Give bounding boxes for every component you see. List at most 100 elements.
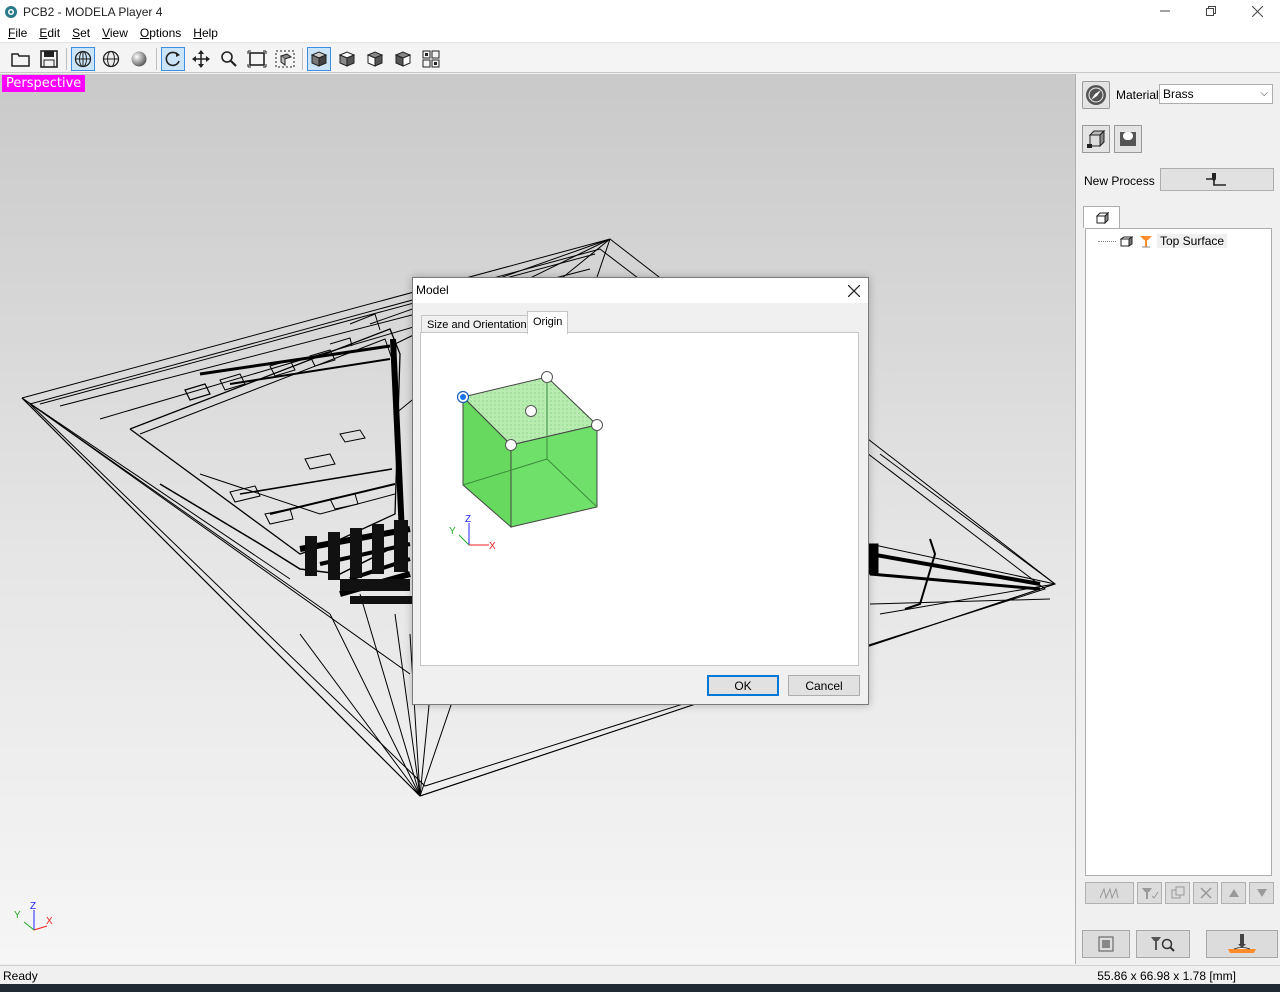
front-view-button[interactable] <box>363 47 387 71</box>
process-delete-button[interactable] <box>1193 882 1218 904</box>
surface-view-icon <box>102 50 120 68</box>
shaded-sphere-icon <box>131 51 147 67</box>
material-label: Material <box>1116 88 1159 102</box>
app-icon <box>5 6 17 18</box>
chevron-down-icon: ⌵ <box>1260 88 1268 99</box>
process-copy-button[interactable] <box>1165 882 1190 904</box>
new-process-label: New Process <box>1084 174 1155 188</box>
open-button[interactable] <box>9 47 33 71</box>
zoom-window-button[interactable] <box>273 47 297 71</box>
menu-edit[interactable]: Edit <box>35 26 64 40</box>
save-button[interactable] <box>37 47 61 71</box>
tree-item-label: Top Surface <box>1157 234 1228 248</box>
origin-cube-diagram: Z X Y <box>449 371 603 552</box>
origin-point-back[interactable] <box>541 371 553 383</box>
restore-button[interactable] <box>1188 0 1234 22</box>
wireframe-view-icon <box>74 50 92 68</box>
svg-text:Y: Y <box>14 910 21 921</box>
window-title: PCB2 - MODELA Player 4 <box>23 5 163 19</box>
delete-icon <box>1199 887 1212 899</box>
view-mode-label: Perspective <box>2 75 86 92</box>
stop-icon <box>1098 936 1114 952</box>
model-box-icon <box>1087 129 1106 148</box>
process-edit-button[interactable] <box>1137 882 1162 904</box>
surface-button[interactable] <box>99 47 123 71</box>
pan-icon <box>192 50 210 68</box>
perspective-view-button[interactable] <box>307 47 331 71</box>
stop-button[interactable] <box>1082 930 1130 958</box>
zoom-button[interactable] <box>217 47 241 71</box>
right-panel: Material Brass ⌵ New Process Top Surface <box>1077 74 1280 964</box>
cut-button[interactable] <box>1206 930 1278 958</box>
minimize-button[interactable] <box>1142 0 1188 22</box>
material-settings-button[interactable] <box>1082 81 1110 109</box>
shaded-button[interactable] <box>127 47 151 71</box>
process-tab[interactable] <box>1083 206 1120 228</box>
rotate-button[interactable] <box>161 47 185 71</box>
fit-all-icon <box>247 50 267 68</box>
tab-origin[interactable]: Origin <box>527 311 569 334</box>
model-size-button[interactable] <box>1082 125 1110 153</box>
process-preview-button[interactable] <box>1085 882 1134 904</box>
move-down-button[interactable] <box>1249 882 1274 904</box>
tree-item-top-surface[interactable]: Top Surface <box>1098 234 1228 248</box>
pan-button[interactable] <box>189 47 213 71</box>
zoom-icon <box>221 51 237 67</box>
menu-set[interactable]: Set <box>68 26 94 40</box>
menu-file[interactable]: File <box>4 26 31 40</box>
minimize-icon <box>1160 10 1170 12</box>
dialog-title: Model <box>416 283 449 297</box>
menu-help[interactable]: Help <box>189 26 222 40</box>
dialog-title-bar: Model <box>413 278 868 303</box>
cancel-button[interactable]: Cancel <box>788 675 860 696</box>
status-text: Ready <box>3 969 38 983</box>
front-view-icon <box>366 51 384 67</box>
status-bar: Ready 55.86 x 66.98 x 1.78 [mm] <box>0 965 1280 984</box>
four-view-button[interactable] <box>419 47 443 71</box>
stock-icon <box>1120 132 1136 146</box>
open-folder-icon <box>11 53 30 67</box>
zoom-window-icon <box>275 50 295 68</box>
process-tree[interactable]: Top Surface <box>1085 228 1272 876</box>
wireframe-button[interactable] <box>71 47 95 71</box>
toolbar <box>0 44 1280 73</box>
fit-all-button[interactable] <box>245 47 269 71</box>
right-view-button[interactable] <box>391 47 415 71</box>
move-up-button[interactable] <box>1221 882 1246 904</box>
origin-point-front[interactable] <box>505 439 517 451</box>
origin-point-center[interactable] <box>525 405 537 417</box>
close-icon <box>1251 5 1263 17</box>
perspective-view-icon <box>310 51 328 67</box>
path-preview-icon <box>1099 887 1118 900</box>
stock-button[interactable] <box>1114 125 1142 153</box>
mill-cut-icon <box>1228 934 1256 953</box>
tool-path-icon <box>1206 172 1226 186</box>
svg-text:Y: Y <box>449 526 456 537</box>
close-button[interactable] <box>1234 0 1280 22</box>
preview-search-icon <box>1151 937 1175 952</box>
menu-view[interactable]: View <box>98 26 132 40</box>
dialog-close-button[interactable] <box>847 280 861 302</box>
model-tab-icon <box>1095 211 1109 224</box>
origin-tab-panel: Z X Y <box>420 332 859 666</box>
tool-edit-icon <box>1141 888 1158 899</box>
axis-triad-icon: Z X Y <box>14 901 53 931</box>
model-dimensions: 55.86 x 66.98 x 1.78 [mm] <box>1097 969 1236 983</box>
cutting-tool-icon <box>1140 235 1152 247</box>
title-bar: PCB2 - MODELA Player 4 <box>0 0 1280 24</box>
taskbar-strip <box>0 984 1280 992</box>
ok-button[interactable]: OK <box>707 675 779 696</box>
top-view-button[interactable] <box>335 47 359 71</box>
menu-options[interactable]: Options <box>136 26 185 40</box>
new-process-button[interactable] <box>1160 168 1274 191</box>
right-view-icon <box>394 51 412 67</box>
svg-text:X: X <box>489 541 496 552</box>
copy-icon <box>1171 886 1184 899</box>
preview-cut-button[interactable] <box>1136 930 1190 958</box>
rotate-icon <box>165 51 180 67</box>
top-view-icon <box>338 51 356 67</box>
material-value: Brass <box>1163 87 1194 101</box>
material-select[interactable]: Brass ⌵ <box>1159 84 1273 104</box>
restore-icon <box>1206 6 1216 16</box>
origin-point-right[interactable] <box>591 419 603 431</box>
